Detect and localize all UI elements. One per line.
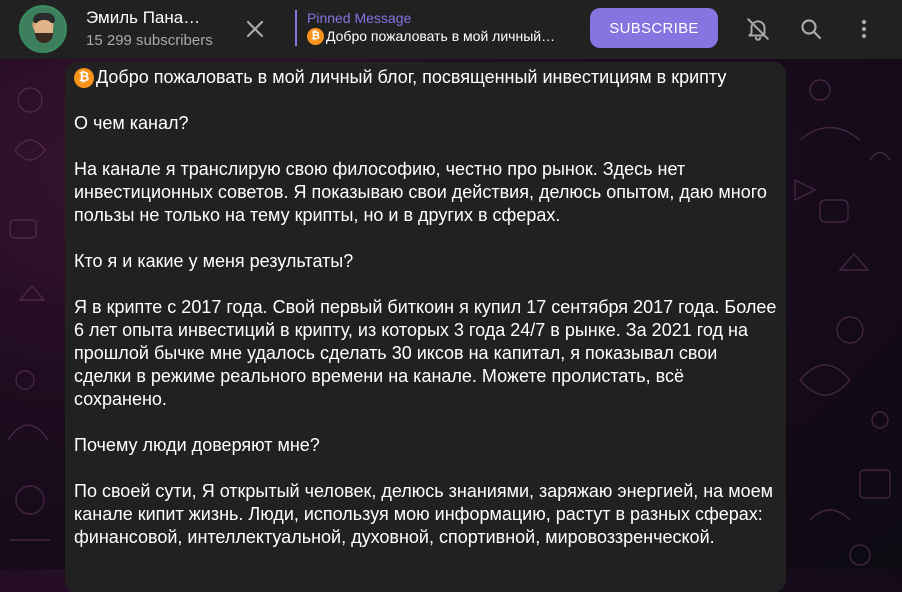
message-text: ₿ Добро пожаловать в мой личный блог, по… — [74, 66, 777, 549]
more-vertical-icon — [861, 19, 867, 39]
message-heading-about: О чем канал? — [74, 113, 189, 133]
bell-off-icon — [747, 18, 769, 41]
subscriber-count: 15 299 subscribers — [86, 32, 213, 49]
channel-avatar[interactable] — [19, 5, 67, 53]
subscribe-button[interactable]: SUBSCRIBE — [590, 8, 718, 48]
message-heading-trust: Почему люди доверяют мне? — [74, 435, 320, 455]
message-paragraph: На канале я транслирую свою философию, ч… — [74, 159, 767, 225]
chat-header: Эмиль Пана… 15 299 subscribers Pinned Me… — [0, 0, 902, 59]
close-icon — [246, 20, 264, 38]
more-button[interactable] — [848, 13, 880, 45]
bitcoin-icon: ₿ — [307, 27, 324, 45]
bitcoin-icon: ₿ — [74, 67, 94, 88]
channel-info[interactable]: Эмиль Пана… 15 299 subscribers — [86, 8, 226, 49]
message-paragraph: По своей сути, Я открытый человек, делюс… — [74, 481, 773, 547]
close-pinned-button[interactable] — [240, 14, 270, 44]
pinned-text: Добро пожаловать в мой личный… — [326, 28, 556, 44]
pinned-message[interactable]: Pinned Message ₿ Добро пожаловать в мой … — [295, 10, 575, 46]
channel-name: Эмиль Пана… — [86, 8, 201, 27]
message-heading-results: Кто я и какие у меня результаты? — [74, 251, 354, 271]
mute-button[interactable] — [742, 13, 774, 45]
message-line-1: Добро пожаловать в мой личный блог, посв… — [96, 67, 727, 87]
message-paragraph: Я в крипте с 2017 года. Свой первый битк… — [74, 297, 777, 409]
pinned-label: Pinned Message — [307, 10, 412, 26]
search-button[interactable] — [795, 13, 827, 45]
message-bubble[interactable]: ₿ Добро пожаловать в мой личный блог, по… — [65, 62, 786, 592]
search-icon — [801, 19, 822, 40]
